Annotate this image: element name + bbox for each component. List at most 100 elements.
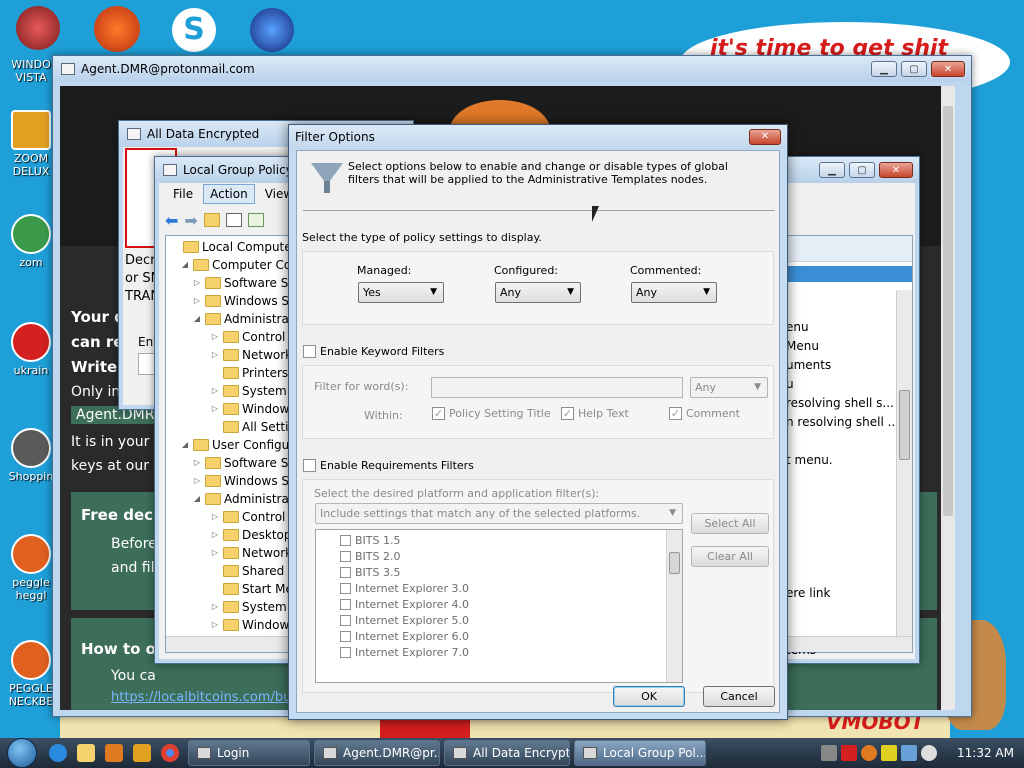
export-list-icon[interactable] xyxy=(247,213,264,227)
tree-node[interactable]: ◢ Computer Conf xyxy=(180,256,290,274)
start-button[interactable] xyxy=(0,738,44,768)
tree-expander-icon[interactable]: ◢ xyxy=(180,256,190,274)
tree-expander-icon[interactable]: ▷ xyxy=(192,274,202,292)
policy-list-item[interactable]: n resolving shell ... xyxy=(786,415,899,429)
commented-select[interactable]: Any ▼ xyxy=(631,282,717,303)
maximize-button[interactable]: ▢ xyxy=(901,61,927,77)
show-hide-tree-icon[interactable] xyxy=(225,213,242,227)
tree-node[interactable]: ▷ Network xyxy=(210,346,290,364)
taskbar-clock[interactable]: 11:32 AM xyxy=(957,746,1014,760)
agent-section-link[interactable]: https://localbitcoins.com/bu xyxy=(111,690,291,705)
close-button[interactable]: ✕ xyxy=(879,162,913,178)
tree-node[interactable]: ▷ Control xyxy=(210,508,285,526)
tree-hscroll[interactable] xyxy=(166,636,290,652)
maximize-button[interactable]: ▢ xyxy=(849,162,875,178)
platform-item[interactable]: BITS 2.0 xyxy=(340,548,400,564)
menu-file[interactable]: File xyxy=(167,185,199,203)
tree-expander-icon[interactable]: ▷ xyxy=(210,598,220,616)
checkbox-box[interactable] xyxy=(340,646,351,658)
checkbox-box[interactable] xyxy=(303,345,316,358)
tree-node[interactable]: Shared F xyxy=(210,562,290,580)
tray-network-icon[interactable] xyxy=(881,745,898,761)
platform-item[interactable]: Internet Explorer 5.0 xyxy=(340,612,469,628)
filter-dialog-titlebar[interactable]: Filter Options xyxy=(289,125,787,149)
right-pane-vscroll[interactable] xyxy=(896,290,912,640)
help-text-checkbox[interactable]: Help Text xyxy=(561,407,629,420)
checkbox-box[interactable] xyxy=(669,407,682,420)
tree-node[interactable]: ▷ Desktop xyxy=(210,526,290,544)
checkbox-box[interactable] xyxy=(340,566,351,578)
managed-select[interactable]: Yes ▼ xyxy=(358,282,444,303)
comment-checkbox[interactable]: Comment xyxy=(669,407,740,420)
quicklaunch-app[interactable] xyxy=(128,738,156,768)
tree-expander-icon[interactable]: ▷ xyxy=(210,346,220,364)
filter-dialog-close-button[interactable]: ✕ xyxy=(749,129,781,145)
tree-expander-icon[interactable]: ▷ xyxy=(192,454,202,472)
tree-node[interactable]: ▷ System xyxy=(210,382,287,400)
tree-expander-icon[interactable]: ▷ xyxy=(210,526,220,544)
checkbox-box[interactable] xyxy=(303,459,316,472)
taskbar-item-agent[interactable]: Agent.DMR@pr... xyxy=(314,740,440,766)
tree-node[interactable]: ◢ User Configurat xyxy=(180,436,290,454)
tree-node[interactable]: All Settin xyxy=(210,418,290,436)
platform-item[interactable]: Internet Explorer 3.0 xyxy=(340,580,469,596)
checkbox-box[interactable] xyxy=(340,534,351,546)
minimize-button[interactable]: ▁ xyxy=(819,162,845,178)
select-all-button[interactable]: Select All xyxy=(691,513,769,534)
tree-node[interactable]: ▷ Software Set xyxy=(192,454,290,472)
policy-list-item[interactable]: ere link xyxy=(786,586,830,600)
checkbox-box[interactable] xyxy=(340,582,351,594)
tree-node[interactable]: ◢ Administrat xyxy=(192,490,290,508)
agent-scroll-thumb[interactable] xyxy=(943,106,953,516)
enable-requirements-filters-checkbox[interactable]: Enable Requirements Filters xyxy=(303,459,474,472)
skype-icon[interactable]: S xyxy=(172,8,216,52)
tray-volume-icon[interactable] xyxy=(921,745,938,761)
desktop-icon-top-2[interactable] xyxy=(94,6,140,52)
tray-monitor-icon[interactable] xyxy=(901,745,918,761)
tree-expander-icon[interactable]: ▷ xyxy=(210,616,220,634)
tree-node[interactable]: ▷ Network xyxy=(210,544,290,562)
tree-expander-icon[interactable]: ▷ xyxy=(210,400,220,418)
tree-node[interactable]: Printers xyxy=(210,364,288,382)
platform-scroll-thumb[interactable] xyxy=(669,552,680,574)
checkbox-box[interactable] xyxy=(561,407,574,420)
checkbox-box[interactable] xyxy=(340,598,351,610)
tree-node[interactable]: ▷ Control xyxy=(210,328,285,346)
tree-node[interactable]: ▷ Window xyxy=(210,616,289,634)
tree-node[interactable]: ▷ Software Set xyxy=(192,274,290,292)
quicklaunch-ie[interactable] xyxy=(44,738,72,768)
desktop-icon-top-1[interactable] xyxy=(16,6,60,50)
clear-all-button[interactable]: Clear All xyxy=(691,546,769,567)
taskbar-item-encrypted[interactable]: All Data Encrypt... xyxy=(444,740,570,766)
enable-keyword-filters-checkbox[interactable]: Enable Keyword Filters xyxy=(303,345,444,358)
checkbox-box[interactable] xyxy=(432,407,445,420)
minimize-button[interactable]: ▁ xyxy=(871,61,897,77)
agent-window-titlebar[interactable]: Agent.DMR@protonmail.com xyxy=(53,56,971,82)
taskbar-item-gpedit[interactable]: Local Group Pol... xyxy=(574,740,706,766)
gpedit-tree-pane[interactable]: Local Computer Po ◢ Computer Conf ▷ Software… xyxy=(165,235,291,653)
platform-item[interactable]: Internet Explorer 7.0 xyxy=(340,644,469,660)
tray-v-icon[interactable] xyxy=(841,745,858,761)
platform-item[interactable]: BITS 1.5 xyxy=(340,532,400,548)
platform-match-select[interactable]: Include settings that match any of the s… xyxy=(315,503,683,524)
platform-listbox[interactable]: BITS 1.5 BITS 2.0 BITS 3.5 Internet Explore… xyxy=(315,529,683,683)
tree-expander-icon[interactable]: ▷ xyxy=(210,382,220,400)
tree-expander-icon[interactable]: ▷ xyxy=(192,292,202,310)
tree-expander-icon[interactable]: ◢ xyxy=(192,310,202,328)
checkbox-box[interactable] xyxy=(340,614,351,626)
quicklaunch-chrome[interactable] xyxy=(156,738,184,768)
policy-list-item[interactable]: resolving shell s... xyxy=(786,396,894,410)
tree-expander-icon[interactable]: ▷ xyxy=(210,328,220,346)
tree-node[interactable]: Start Me xyxy=(210,580,290,598)
desktop-icon-top-4[interactable] xyxy=(250,8,294,52)
quicklaunch-folder[interactable] xyxy=(72,738,100,768)
policy-list-item[interactable]: Menu xyxy=(786,339,819,353)
tree-node[interactable]: ▷ Windows Se xyxy=(192,472,290,490)
policy-list-item[interactable]: uments xyxy=(786,358,831,372)
right-scroll-thumb[interactable] xyxy=(899,390,910,460)
menu-action[interactable]: Action xyxy=(203,184,255,204)
tree-expander-icon[interactable]: ▷ xyxy=(210,544,220,562)
cancel-button[interactable]: Cancel xyxy=(703,686,775,707)
checkbox-box[interactable] xyxy=(340,550,351,562)
tree-node[interactable]: ▷ Windows Se xyxy=(192,292,290,310)
